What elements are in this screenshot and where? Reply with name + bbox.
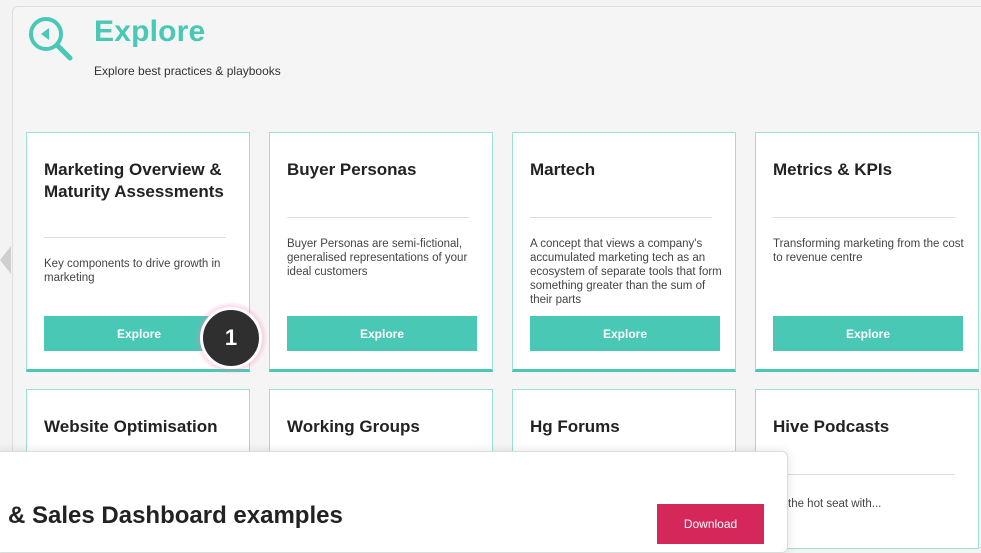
card-title: Hg Forums <box>530 417 620 436</box>
card-divider <box>530 217 712 218</box>
card-description: Key components to drive growth in market… <box>44 258 221 284</box>
card-hive-podcasts[interactable]: Hive Podcasts the hot seat with... <box>755 389 979 549</box>
card-description: A concept that views a company's accumul… <box>530 238 722 306</box>
card-description: Buyer Personas are semi-fictional, gener… <box>287 238 468 278</box>
card-description: Transforming marketing from the cost to … <box>773 238 964 264</box>
card-title: Buyer Personas <box>287 160 417 179</box>
search-play-icon <box>29 17 73 61</box>
card-title: Marketing Overview & Maturity Assessment… <box>44 160 224 201</box>
carousel-prev-arrow[interactable] <box>0 246 11 274</box>
card-divider <box>44 237 226 238</box>
explore-button[interactable]: Explore <box>287 316 477 351</box>
card-divider <box>287 217 469 218</box>
download-button[interactable]: Download <box>657 504 764 544</box>
card-title: Metrics & KPIs <box>773 160 893 179</box>
card-divider <box>773 217 955 218</box>
card-martech[interactable]: Martech A concept that views a company's… <box>512 132 736 372</box>
card-title: Martech <box>530 160 596 179</box>
explore-button[interactable]: Explore <box>530 316 720 351</box>
card-title: Website Optimisation <box>44 417 218 436</box>
card-metrics-kpis[interactable]: Metrics & KPIs Transforming marketing fr… <box>755 132 979 372</box>
page-title: Explore <box>94 15 206 48</box>
card-title: Hive Podcasts <box>773 417 890 436</box>
card-title: Working Groups <box>287 417 420 436</box>
explore-button[interactable]: Explore <box>773 316 963 351</box>
card-buyer-personas[interactable]: Buyer Personas Buyer Personas are semi-f… <box>269 132 493 372</box>
card-divider <box>773 474 955 475</box>
dashboard-popup: & Sales Dashboard examples Download <box>0 451 788 553</box>
popup-title: & Sales Dashboard examples <box>8 502 343 529</box>
card-description: the hot seat with... <box>788 498 882 510</box>
page-subtitle: Explore best practices & playbooks <box>94 64 281 78</box>
step-badge: 1 <box>200 307 262 369</box>
